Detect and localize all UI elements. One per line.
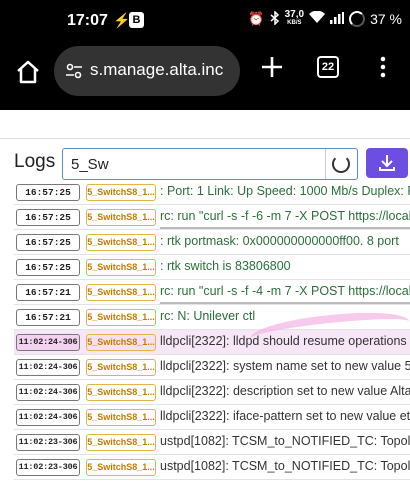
tab-switcher-button[interactable]: 22 xyxy=(317,56,339,78)
log-message: lldpcli[2322]: system name set to new va… xyxy=(160,359,410,373)
home-icon xyxy=(17,60,39,84)
timestamp-badge: 11:02:24-306 xyxy=(16,384,80,401)
log-message: ustpd[1082]: TCSM_to_NOTIFIED_TC: Topolo… xyxy=(160,434,410,448)
source-badge[interactable]: 5_SwitchS8_1... xyxy=(86,184,156,201)
source-badge[interactable]: 5_SwitchS8_1... xyxy=(86,259,156,276)
status-bar: 17:07 ⚡ B ⏰ 37,0 KB/S 37 % xyxy=(0,0,410,42)
log-message: ustpd[1082]: TCSM_to_NOTIFIED_TC: Topolo… xyxy=(160,459,410,473)
log-message: : rtk switch is 83806800 xyxy=(160,259,291,273)
timestamp-badge: 11:02:24-306 xyxy=(16,409,80,426)
wifi-icon xyxy=(309,10,326,27)
source-badge[interactable]: 5_SwitchS8_1... xyxy=(86,284,156,301)
site-settings-icon[interactable] xyxy=(64,61,84,81)
table-row[interactable]: 16:57:25 5_SwitchS8_1... : rtk switch is… xyxy=(14,255,410,280)
more-menu-button[interactable] xyxy=(375,56,391,78)
b-app-icon: B xyxy=(129,12,144,28)
log-message: rc: run "curl -s -f -6 -m 7 -X POST http… xyxy=(160,209,410,223)
status-time: 17:07 xyxy=(67,12,108,29)
table-row[interactable]: 16:57:25 5_SwitchS8_1... : Port: 1 Link:… xyxy=(14,180,410,205)
timestamp-badge: 11:02:24-306 xyxy=(16,334,80,351)
source-badge[interactable]: 5_SwitchS8_1... xyxy=(86,434,156,451)
source-badge[interactable]: 5_SwitchS8_1... xyxy=(86,309,156,326)
table-row[interactable]: 11:02:23-306 5_SwitchS8_1... ustpd[1082]… xyxy=(14,455,410,480)
timestamp-badge: 16:57:21 xyxy=(16,309,80,326)
timestamp-badge: 16:57:25 xyxy=(16,259,80,276)
timestamp-badge: 16:57:25 xyxy=(16,184,80,201)
download-button[interactable] xyxy=(366,148,408,178)
table-row[interactable]: 11:02:24-306 5_SwitchS8_1... lldpcli[232… xyxy=(14,405,410,430)
alarm-icon: ⏰ xyxy=(248,11,265,26)
status-right: ⏰ 37,0 KB/S 37 % xyxy=(248,10,402,28)
log-message: : Port: 1 Link: Up Speed: 1000 Mb/s Dupl… xyxy=(160,184,410,198)
table-row[interactable]: 11:02:23-306 5_SwitchS8_1... ustpd[1082]… xyxy=(14,430,410,455)
signal-icon xyxy=(330,11,345,27)
more-vert-icon xyxy=(380,56,386,78)
table-row[interactable]: 11:02:24-306 5_SwitchS8_1... lldpcli[232… xyxy=(14,355,410,380)
browser-toolbar: s.manage.alta.inc 22 xyxy=(0,42,410,110)
timestamp-badge: 16:57:21 xyxy=(16,284,80,301)
source-badge[interactable]: 5_SwitchS8_1... xyxy=(86,459,156,476)
download-icon xyxy=(379,155,395,171)
source-badge[interactable]: 5_SwitchS8_1... xyxy=(86,409,156,426)
log-message: : rtk portmask: 0x000000000000ff00. 8 po… xyxy=(160,234,399,248)
battery-percent: 37 % xyxy=(370,11,402,27)
source-badge[interactable]: 5_SwitchS8_1... xyxy=(86,359,156,376)
url-text: s.manage.alta.inc xyxy=(90,60,224,79)
search-input[interactable] xyxy=(71,153,321,175)
log-message: lldpcli[2322]: iface-pattern set to new … xyxy=(160,409,410,423)
row-separator xyxy=(160,302,410,304)
table-row[interactable]: 16:57:25 5_SwitchS8_1... rc: run "curl -… xyxy=(14,205,410,230)
source-badge[interactable]: 5_SwitchS8_1... xyxy=(86,384,156,401)
table-row[interactable]: 16:57:25 5_SwitchS8_1... : rtk portmask:… xyxy=(14,230,410,255)
timestamp-badge: 11:02:24-306 xyxy=(16,359,80,376)
bluetooth-icon xyxy=(270,9,280,28)
source-badge[interactable]: 5_SwitchS8_1... xyxy=(86,234,156,251)
new-tab-button[interactable] xyxy=(259,54,285,80)
address-bar[interactable]: s.manage.alta.inc xyxy=(54,46,240,96)
timestamp-badge: 11:02:23-306 xyxy=(16,434,80,451)
home-button[interactable] xyxy=(14,58,42,86)
table-row[interactable]: 16:57:21 5_SwitchS8_1... rc: run "curl -… xyxy=(14,280,410,305)
timestamp-badge: 16:57:25 xyxy=(16,209,80,226)
source-badge[interactable]: 5_SwitchS8_1... xyxy=(86,334,156,351)
header-divider xyxy=(0,138,410,139)
loading-spinner-icon xyxy=(332,155,350,173)
battery-ring-icon xyxy=(349,11,366,27)
source-badge[interactable]: 5_SwitchS8_1... xyxy=(86,209,156,226)
log-message: rc: run "curl -s -f -4 -m 7 -X POST http… xyxy=(160,284,410,298)
timestamp-badge: 11:02:23-306 xyxy=(16,459,80,476)
timestamp-badge: 16:57:25 xyxy=(16,234,80,251)
log-message: lldpcli[2322]: description set to new va… xyxy=(160,384,410,398)
plus-icon xyxy=(262,57,282,77)
search-field[interactable] xyxy=(62,148,358,180)
page-title: Logs xyxy=(14,151,56,172)
search-divider xyxy=(325,149,326,179)
flash-icon: ⚡ xyxy=(113,12,131,28)
row-separator xyxy=(160,227,410,229)
network-speed: 37,0 KB/S xyxy=(284,9,305,27)
table-row[interactable]: 11:02:24-306 5_SwitchS8_1... lldpcli[232… xyxy=(14,380,410,405)
